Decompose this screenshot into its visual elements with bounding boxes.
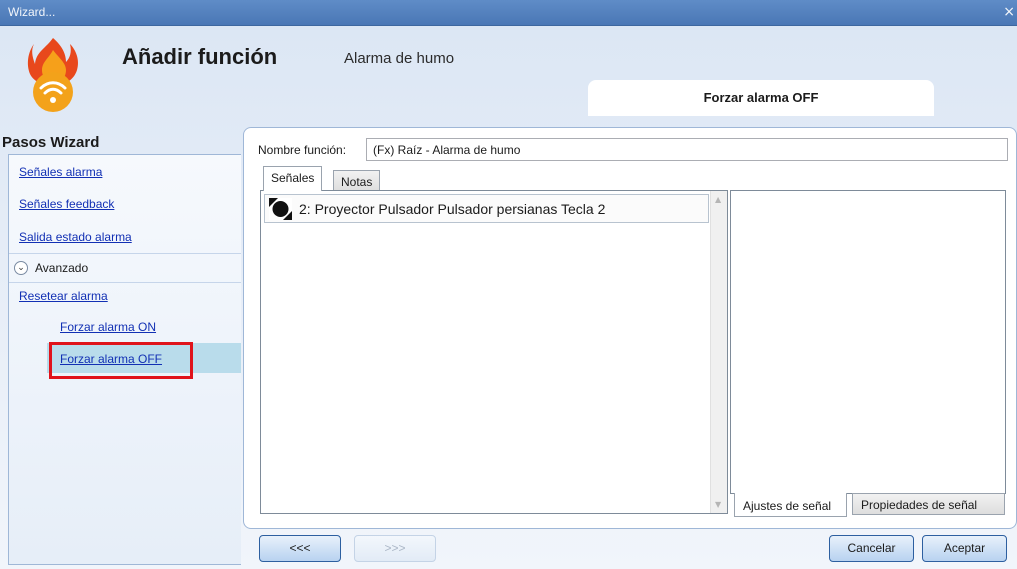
tab-senales[interactable]: Señales [263, 166, 323, 191]
accept-button[interactable]: Aceptar [922, 535, 1007, 562]
flame-wifi-icon [27, 38, 79, 112]
current-step-tab: Forzar alarma OFF [588, 80, 934, 116]
signal-dot-icon [269, 198, 292, 220]
signals-scrollbar[interactable]: ▲ ▼ [710, 191, 727, 513]
signals-list: 2: Proyector Pulsador Pulsador persianas… [260, 190, 728, 514]
cancel-button[interactable]: Cancelar [829, 535, 914, 562]
step-link-senales-feedback[interactable]: Señales feedback [19, 197, 114, 211]
scroll-up-icon[interactable]: ▲ [715, 195, 721, 204]
tab-notas[interactable]: Notas [333, 170, 381, 191]
signal-label: 2: Proyector Pulsador Pulsador persianas… [299, 201, 606, 217]
window-title-bar: Wizard... × [0, 0, 1017, 26]
function-name-input[interactable]: (Fx) Raíz - Alarma de humo [366, 138, 1008, 161]
step-link-senales-alarma[interactable]: Señales alarma [19, 165, 102, 179]
previous-button[interactable]: <<< [259, 535, 341, 562]
steps-title: Pasos Wizard [2, 134, 100, 151]
page-subtitle: Alarma de humo [344, 50, 455, 67]
advanced-label: Avanzado [35, 261, 89, 275]
list-item[interactable]: 2: Proyector Pulsador Pulsador persianas… [264, 194, 709, 223]
page-title: Añadir función [122, 44, 278, 69]
tab-propiedades-senal[interactable]: Propiedades de señal [852, 493, 1005, 515]
advanced-section-toggle[interactable]: ⌄ Avanzado [9, 253, 241, 283]
function-name-label: Nombre función: [258, 143, 347, 157]
scroll-down-icon[interactable]: ▼ [715, 500, 721, 509]
step-link-salida-estado[interactable]: Salida estado alarma [19, 230, 132, 244]
step-link-resetear-alarma[interactable]: Resetear alarma [19, 289, 108, 303]
highlight-box [49, 342, 193, 379]
close-icon[interactable]: × [1003, 4, 1015, 20]
tab-ajustes-senal[interactable]: Ajustes de señal [734, 493, 847, 517]
next-button[interactable]: >>> [354, 535, 436, 562]
window-title: Wizard... [8, 5, 56, 19]
signal-properties-panel [730, 190, 1006, 494]
chevron-down-icon[interactable]: ⌄ [14, 261, 28, 275]
step-link-forzar-on[interactable]: Forzar alarma ON [60, 320, 156, 334]
